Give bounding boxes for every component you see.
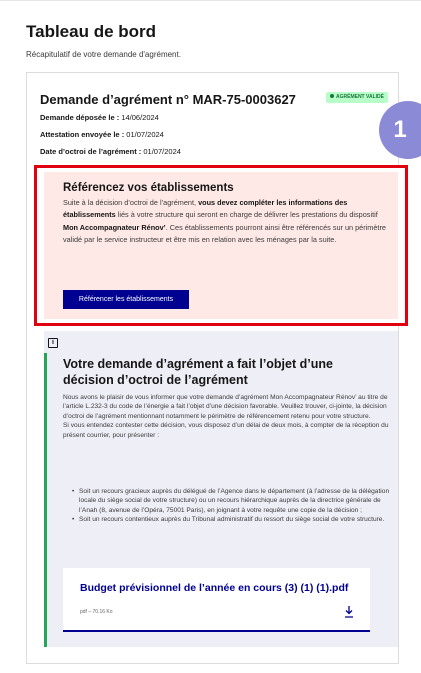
grant-date: Date d’octroi de l’agrément : 01/07/2024 (40, 147, 181, 156)
document-link[interactable]: Budget prévisionnel de l’année en cours … (80, 582, 348, 594)
reference-text-bold: Mon Accompagnateur Rénov’ (63, 222, 166, 232)
reference-text-part: Suite à la décision d’octroi de l’agréme… (63, 198, 199, 207)
deposit-date: Demande déposée le : 14/06/2024 (40, 113, 159, 122)
download-icon[interactable] (344, 606, 354, 618)
page-subtitle: Récapitulatif de votre demande d'agrémen… (26, 50, 181, 59)
decision-title: Votre demande d’agrément a fait l’objet … (63, 357, 333, 387)
attestation-date-label: Attestation envoyée le : (40, 130, 125, 139)
grant-date-label: Date d’octroi de l’agrément : (40, 147, 142, 156)
decision-paragraph: Si vous entendez contester cette décisio… (63, 422, 389, 439)
request-title: Demande d’agrément n° MAR-75-0003627 (40, 92, 296, 107)
reference-title: Référencez vos établissements (63, 182, 234, 194)
reference-text: Suite à la décision d’octroi de l’agréme… (63, 197, 393, 247)
success-accent-bar (44, 353, 47, 647)
attestation-date-value: 01/07/2024 (126, 130, 164, 139)
document-card[interactable] (63, 568, 370, 632)
page-title: Tableau de bord (26, 22, 157, 41)
deposit-date-value: 14/06/2024 (121, 113, 159, 122)
status-dot-icon (330, 94, 334, 98)
info-icon: i (48, 338, 58, 348)
status-badge: AGRÉMENT VALIDÉ (326, 92, 388, 103)
attestation-date: Attestation envoyée le : 01/07/2024 (40, 130, 164, 139)
list-item: Soit un recours gracieux auprès du délég… (72, 487, 392, 515)
grant-date-value: 01/07/2024 (143, 147, 181, 156)
decision-text: Nous avons le plaisir de vous informer q… (63, 393, 393, 440)
decision-paragraph: Nous avons le plaisir de vous informer q… (63, 394, 388, 420)
reference-establishments-button[interactable]: Référencer les établissements (63, 290, 189, 309)
status-badge-label: AGRÉMENT VALIDÉ (336, 94, 384, 100)
top-divider (0, 0, 421, 1)
appeal-options-list: Soit un recours gracieux auprès du délég… (72, 487, 392, 525)
list-item: Soit un recours contentieux auprès du Tr… (72, 515, 392, 525)
deposit-date-label: Demande déposée le : (40, 113, 120, 122)
document-meta: pdf – 70.16 Ko (80, 609, 113, 615)
reference-text-part: liés à votre structure qui seront en cha… (115, 210, 378, 220)
